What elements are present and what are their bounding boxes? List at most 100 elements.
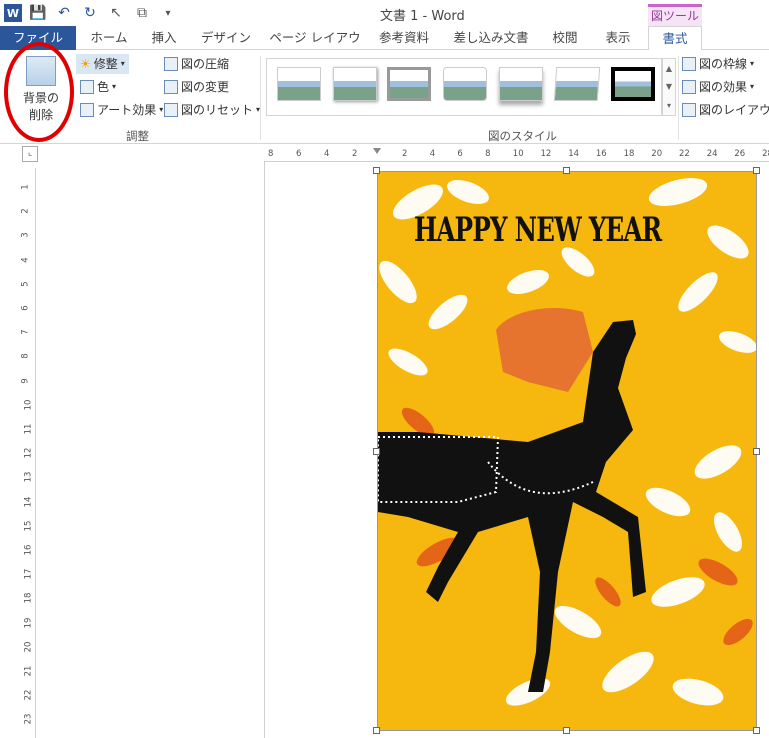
ruler-number: 22 [679,149,690,159]
resize-handle[interactable] [373,727,380,734]
tab-format[interactable]: 書式 [648,26,702,51]
style-thumbnail[interactable] [443,67,487,101]
ruler-number: 28 [762,149,769,159]
reset-picture-button[interactable]: 図のリセット ▾ [164,100,260,120]
quick-access-toolbar: W 💾 ↶ ↻ ↖ ⧉ ▾ [4,3,178,23]
tab-insert[interactable]: 挿入 [142,26,186,50]
pointer-icon[interactable]: ↖ [106,3,126,23]
color-button[interactable]: 色 ▾ [80,77,116,97]
picture-effects-button[interactable]: 図の効果 ▾ [682,77,754,97]
ruler-number: 16 [595,149,607,159]
adjust-group-label: 調整 [126,129,149,143]
picture-effects-icon [682,80,696,94]
picture-styles-gallery [266,58,662,116]
tab-review[interactable]: 校閲 [544,26,586,50]
corrections-icon: ☀ [80,57,91,71]
ruler-number: 19 [23,617,34,629]
ruler-number: 13 [23,471,34,483]
style-thumbnail[interactable] [387,67,431,101]
gallery-scroll[interactable]: ▲ ▼ ▾ [662,58,676,116]
ruler-number: 6 [457,149,463,159]
color-label: 色 [97,80,110,94]
tab-home[interactable]: ホーム [82,26,136,50]
ruler-number: 16 [23,544,34,556]
reset-picture-icon [164,103,178,117]
tab-mailings[interactable]: 差し込み文書 [446,26,536,50]
ruler-number: 24 [706,149,718,159]
ruler-number: 18 [623,149,635,159]
page-edge [264,162,265,738]
ruler-number: 2 [402,149,408,159]
document-margin-area [38,162,264,738]
ribbon: 背景の 削除 ☀ 修整 ▾ 色 ▾ アート効果 ▾ 図の圧縮 図の変更 図のリセ… [0,50,769,144]
resize-handle[interactable] [753,448,760,455]
picture-effects-label: 図の効果 [699,80,748,94]
change-picture-icon [164,80,178,94]
remove-background-icon [26,56,56,86]
compress-pictures-button[interactable]: 図の圧縮 [164,54,229,74]
remove-background-button[interactable]: 背景の 削除 [14,56,68,126]
vertical-ruler[interactable]: 1 2 3 4 5 6 7 8 9 10 11 12 13 14 15 16 17 18 19 20 21 22 23 [20,168,36,738]
picture-border-icon [682,57,696,71]
change-picture-label: 図の変更 [181,80,230,94]
ruler-number: 21 [23,665,34,677]
ruler-number: 10 [512,149,524,159]
picture-styles-group-label: 図のスタイル [488,129,557,143]
ruler-number: 11 [23,423,34,435]
customize-qat-icon[interactable]: ▾ [158,3,178,23]
scroll-up-icon[interactable]: ▲ [666,64,672,73]
ruler-number: 22 [23,689,34,701]
corrections-button[interactable]: ☀ 修整 ▾ [76,54,129,74]
resize-handle[interactable] [373,448,380,455]
resize-handle[interactable] [753,167,760,174]
style-thumbnail[interactable] [553,67,601,101]
resize-handle[interactable] [373,167,380,174]
resize-handle[interactable] [563,167,570,174]
compress-label: 図の圧縮 [181,57,230,71]
scroll-down-icon[interactable]: ▼ [666,82,672,91]
tab-page-layout[interactable]: ページ レイアウト [266,26,364,69]
window-title: 文書 1 - Word [380,9,465,24]
reset-picture-label: 図のリセット [181,103,254,117]
change-picture-button[interactable]: 図の変更 [164,77,229,97]
artistic-effects-button[interactable]: アート効果 ▾ [80,100,163,120]
redo-icon[interactable]: ↻ [80,3,100,23]
copy-icon[interactable]: ⧉ [132,3,152,23]
picture-layout-icon [682,103,696,117]
indent-marker[interactable] [373,148,381,154]
tab-references[interactable]: 参考資料 [372,26,436,50]
chevron-down-icon: ▾ [112,82,117,91]
style-thumbnail[interactable] [611,67,655,101]
word-logo-icon[interactable]: W [4,4,22,22]
ruler-number: 3 [20,232,31,239]
undo-icon[interactable]: ↶ [54,3,74,23]
style-thumbnail[interactable] [277,67,321,101]
ruler-number: 15 [23,520,34,532]
resize-handle[interactable] [753,727,760,734]
ruler-number: 4 [20,256,31,263]
tab-file[interactable]: ファイル [0,26,76,50]
more-icon[interactable]: ▾ [667,101,671,110]
ruler-number: 12 [540,149,552,159]
ruler-number: 6 [20,305,31,311]
style-thumbnail[interactable] [333,67,377,101]
tab-design[interactable]: デザイン [196,26,256,50]
ruler-number: 5 [20,281,31,287]
picture-layout-button[interactable]: 図のレイアウト [682,100,769,120]
tab-view[interactable]: 表示 [596,26,640,50]
ruler-number: 4 [429,149,436,159]
ruler-number: 17 [23,568,34,580]
ruler-number: 9 [20,377,31,384]
ruler-number: 12 [23,447,34,459]
style-thumbnail[interactable] [499,67,543,101]
tab-selector[interactable]: ⌞ [22,146,38,162]
ruler-number: 18 [23,592,34,604]
resize-handle[interactable] [563,727,570,734]
color-icon [80,80,94,94]
horizontal-ruler[interactable]: 8642 246810121416182022242628 [264,148,769,162]
new-year-card-image[interactable]: HAPPY NEW YEAR [377,171,757,731]
picture-border-button[interactable]: 図の枠線 ▾ [682,54,754,74]
ruler-number: 23 [23,713,34,725]
chevron-down-icon: ▾ [159,105,164,114]
save-icon[interactable]: 💾 [28,3,48,23]
